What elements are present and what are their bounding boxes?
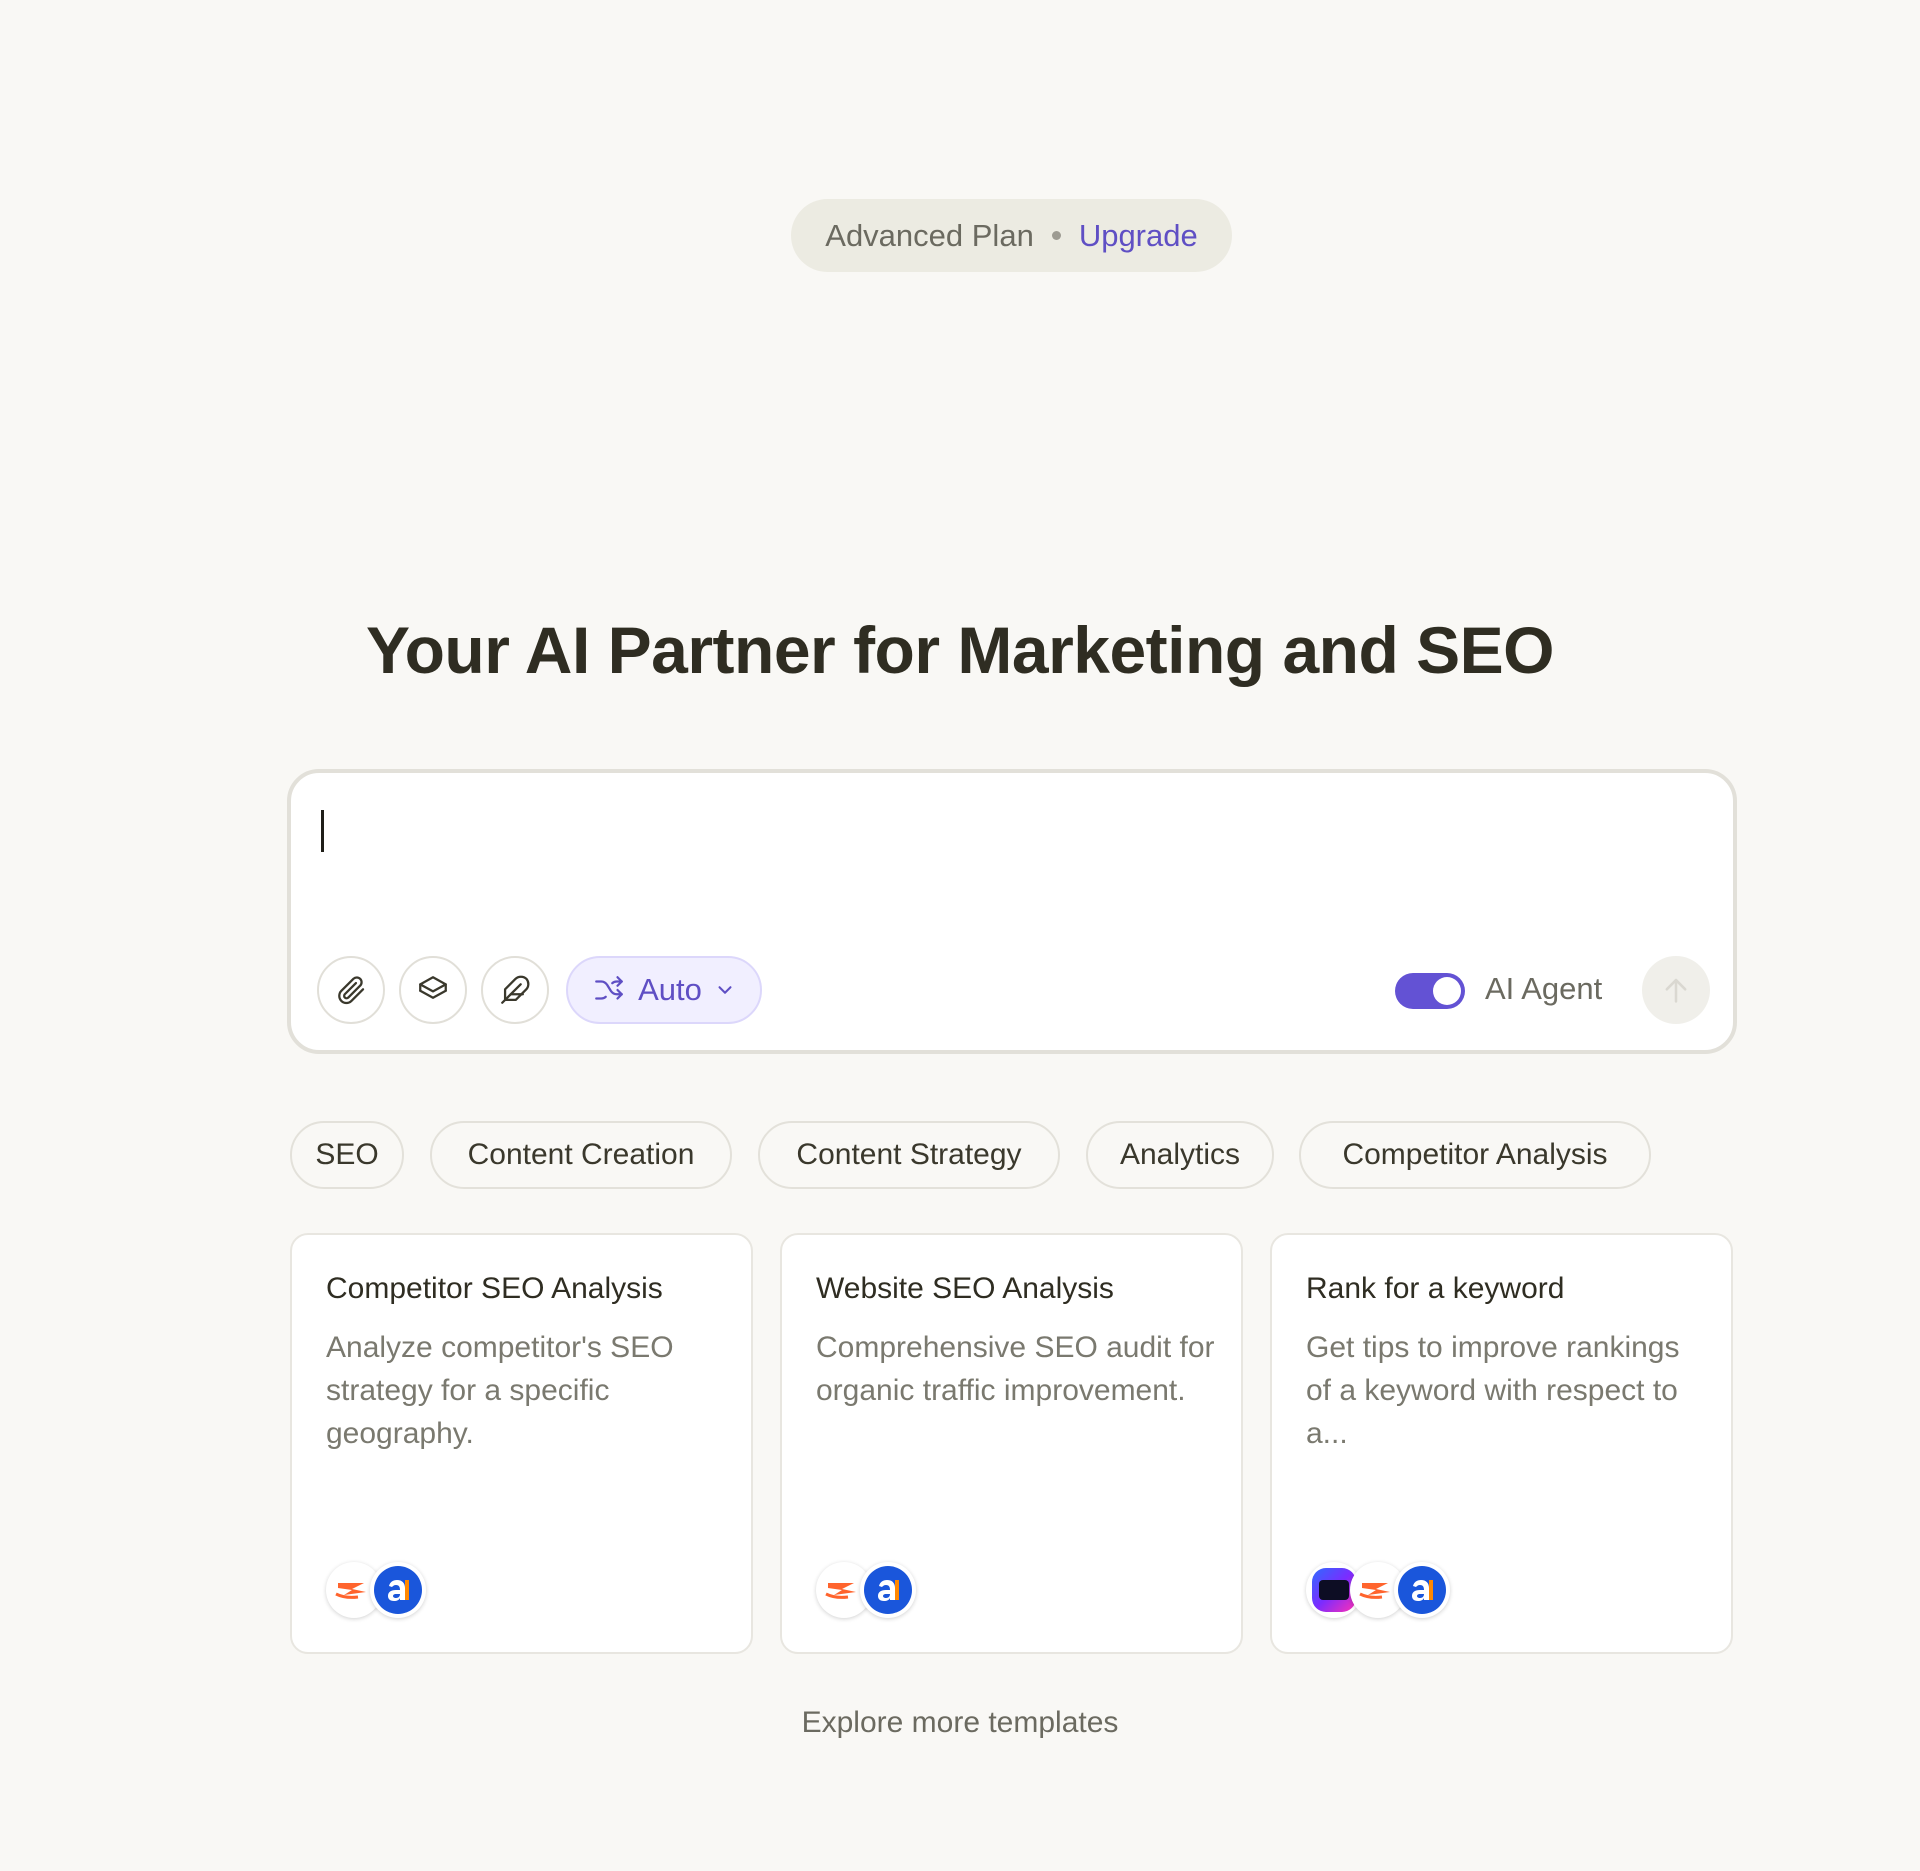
category-chip-competitor-analysis[interactable]: Competitor Analysis [1299,1121,1651,1189]
mode-label: Auto [638,972,702,1007]
layers-button[interactable] [399,956,467,1024]
template-card-competitor-seo-analysis[interactable]: Competitor SEO Analysis Analyze competit… [290,1233,753,1654]
prompt-box: Auto AI Agent [287,769,1737,1054]
ahrefs-logo-icon [370,1562,426,1618]
category-chip-content-strategy[interactable]: Content Strategy [758,1121,1060,1189]
layers-icon [416,973,450,1007]
brand-voice-button[interactable] [481,956,549,1024]
card-description: Comprehensive SEO audit for organic traf… [816,1331,1215,1407]
shuffle-icon [592,973,626,1007]
plan-name: Advanced Plan [825,217,1034,253]
mode-select-button[interactable]: Auto [566,956,762,1024]
chevron-down-icon [714,979,736,1001]
template-card-rank-for-a-keyword[interactable]: Rank for a keyword Get tips to improve r… [1270,1233,1733,1654]
card-title: Website SEO Analysis [816,1272,1114,1305]
text-caret [321,810,324,852]
page: Advanced Plan Upgrade Your AI Partner fo… [0,0,1920,1871]
card-title: Competitor SEO Analysis [326,1272,663,1305]
template-card-website-seo-analysis[interactable]: Website SEO Analysis Comprehensive SEO a… [780,1233,1243,1654]
feather-icon [498,973,532,1007]
ahrefs-logo-icon [860,1562,916,1618]
explore-more-templates-link[interactable]: Explore more templates [0,1706,1920,1740]
arrow-up-icon [1659,973,1693,1007]
plan-separator-dot [1051,231,1061,240]
paperclip-icon [334,973,368,1007]
toggle-knob [1433,977,1461,1005]
ai-agent-toggle[interactable] [1395,973,1465,1009]
card-description: Analyze competitor's SEO strategy for a … [326,1331,674,1450]
card-description: Get tips to improve rankings of a keywor… [1306,1331,1680,1450]
ai-agent-label: AI Agent [1485,971,1603,1006]
attach-button[interactable] [317,956,385,1024]
send-button[interactable] [1642,956,1710,1024]
plan-badge: Advanced Plan Upgrade [791,199,1232,272]
category-chip-analytics[interactable]: Analytics [1086,1121,1274,1189]
page-title: Your AI Partner for Marketing and SEO [365,613,1555,687]
upgrade-link[interactable]: Upgrade [1079,218,1198,254]
category-chip-content-creation[interactable]: Content Creation [430,1121,732,1189]
ahrefs-logo-icon [1394,1562,1450,1618]
prompt-input[interactable] [317,799,1701,923]
card-title: Rank for a keyword [1306,1272,1565,1305]
category-chip-seo[interactable]: SEO [290,1121,404,1189]
